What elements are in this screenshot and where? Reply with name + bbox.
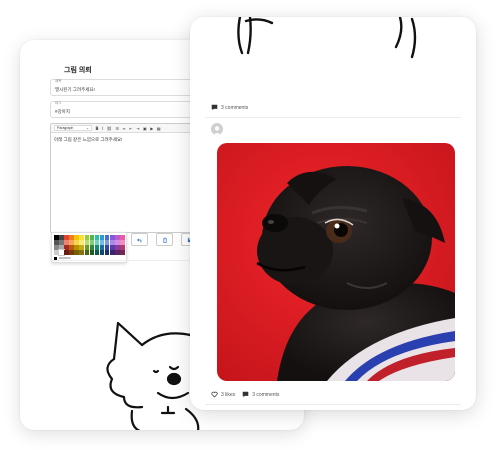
color-swatch[interactable] [120, 235, 125, 240]
app-screenshot: 그림 의뢰 제목 멸시된기 그려주세요! 태그 #강아지 Paragraph ⌄… [0, 0, 500, 450]
color-swatch[interactable] [94, 240, 100, 245]
color-palette[interactable]: #000000 [51, 232, 127, 263]
color-swatch[interactable] [74, 250, 79, 255]
avatar[interactable] [211, 123, 223, 135]
bold-icon[interactable]: B [96, 126, 99, 131]
color-swatch[interactable] [110, 235, 115, 240]
color-swatch[interactable] [74, 235, 79, 240]
color-swatch[interactable] [115, 250, 120, 255]
previous-post-drawing [237, 17, 417, 59]
color-swatch[interactable] [79, 245, 84, 250]
color-swatch[interactable] [110, 240, 115, 245]
comment-icon [211, 104, 218, 111]
color-swatch[interactable] [84, 240, 90, 245]
chevron-down-icon: ⌄ [86, 126, 89, 130]
indent-icon[interactable]: ⇥ [136, 126, 139, 131]
clear-button[interactable] [156, 233, 173, 246]
post-divider [205, 117, 461, 118]
form-title: 그림 의뢰 [64, 67, 92, 74]
undo-button[interactable] [131, 233, 148, 246]
color-swatch[interactable] [104, 245, 110, 250]
color-swatch[interactable] [120, 240, 125, 245]
color-swatch[interactable] [104, 235, 110, 240]
title-field-value: 멸시된기 그려주세요! [55, 87, 95, 92]
paragraph-select[interactable]: Paragraph ⌄ [54, 125, 92, 131]
heart-icon[interactable] [211, 391, 218, 398]
color-swatch[interactable] [54, 245, 59, 250]
title-field-label: 제목 [55, 79, 62, 83]
color-swatch[interactable] [64, 245, 69, 250]
color-swatch[interactable] [59, 245, 64, 250]
color-swatch[interactable] [104, 240, 110, 245]
post-divider [205, 404, 461, 405]
tag-field[interactable]: 태그 #강아지 [50, 101, 194, 118]
color-swatch[interactable] [69, 250, 74, 255]
color-swatch[interactable] [89, 235, 95, 240]
color-swatch[interactable] [54, 240, 59, 245]
color-swatch[interactable] [94, 235, 100, 240]
trash-icon [162, 237, 167, 243]
media-icon[interactable]: ▶ [150, 126, 153, 131]
color-swatch[interactable] [84, 245, 90, 250]
bulleted-list-icon[interactable]: ☰ [115, 126, 119, 131]
color-swatch[interactable] [74, 245, 79, 250]
post-photo[interactable] [217, 143, 455, 381]
color-swatch[interactable] [84, 250, 90, 255]
italic-icon[interactable]: I [102, 126, 103, 131]
color-swatch[interactable] [84, 235, 90, 240]
color-swatch[interactable] [59, 240, 64, 245]
table-icon[interactable]: ▦ [157, 126, 161, 131]
color-swatch[interactable] [54, 235, 59, 240]
color-swatch[interactable] [99, 240, 105, 245]
color-swatch[interactable] [94, 245, 100, 250]
title-field[interactable]: 제목 멸시된기 그려주세요! [50, 79, 194, 96]
post2-likes-label[interactable]: 3 likes [221, 392, 235, 398]
color-swatch[interactable] [120, 250, 125, 255]
color-swatch[interactable] [110, 245, 115, 250]
color-swatch[interactable] [110, 250, 115, 255]
numbered-list-icon[interactable]: ≡ [122, 126, 125, 131]
color-swatch[interactable] [79, 240, 84, 245]
feed-card: 3 comments 3 likes 3 comments [190, 17, 476, 410]
color-swatch[interactable] [64, 250, 69, 255]
color-swatch[interactable] [74, 240, 79, 245]
color-swatch[interactable] [115, 240, 120, 245]
post1-comments[interactable]: 3 comments [211, 104, 248, 111]
undo-icon [136, 238, 141, 243]
color-swatch[interactable] [115, 245, 120, 250]
post2-comments-label[interactable]: 3 comments [252, 392, 279, 398]
color-swatches [54, 235, 125, 256]
color-swatch[interactable] [99, 250, 105, 255]
outdent-icon[interactable]: ⇤ [129, 126, 132, 131]
color-swatch[interactable] [69, 245, 74, 250]
post2-reactions: 3 likes 3 comments [211, 391, 279, 398]
color-swatch[interactable] [79, 250, 84, 255]
image-icon[interactable]: ▣ [143, 126, 147, 131]
color-swatch[interactable] [58, 249, 65, 256]
color-swatch[interactable] [115, 235, 120, 240]
user-icon [213, 126, 221, 135]
tag-field-value: #강아지 [55, 109, 70, 114]
color-swatch[interactable] [79, 235, 84, 240]
comment-icon[interactable] [242, 391, 249, 398]
pug-photo [217, 143, 455, 381]
color-swatch[interactable] [89, 240, 95, 245]
color-swatch[interactable] [99, 235, 105, 240]
color-swatch[interactable] [69, 240, 74, 245]
color-swatch[interactable] [120, 245, 125, 250]
color-swatch[interactable] [64, 235, 69, 240]
link-icon[interactable]: ⛓ [107, 126, 112, 131]
color-swatch[interactable] [94, 250, 100, 255]
post1-comments-label: 3 comments [221, 104, 249, 111]
color-swatch[interactable] [54, 250, 59, 255]
color-swatch[interactable] [89, 245, 95, 250]
color-swatch[interactable] [64, 240, 69, 245]
tag-field-label: 태그 [55, 101, 62, 105]
color-swatch[interactable] [69, 235, 74, 240]
color-swatch[interactable] [59, 235, 64, 240]
color-swatch[interactable] [104, 250, 110, 255]
color-swatch[interactable] [89, 250, 95, 255]
color-swatch[interactable] [99, 245, 105, 250]
paragraph-select-label: Paragraph [57, 126, 74, 130]
